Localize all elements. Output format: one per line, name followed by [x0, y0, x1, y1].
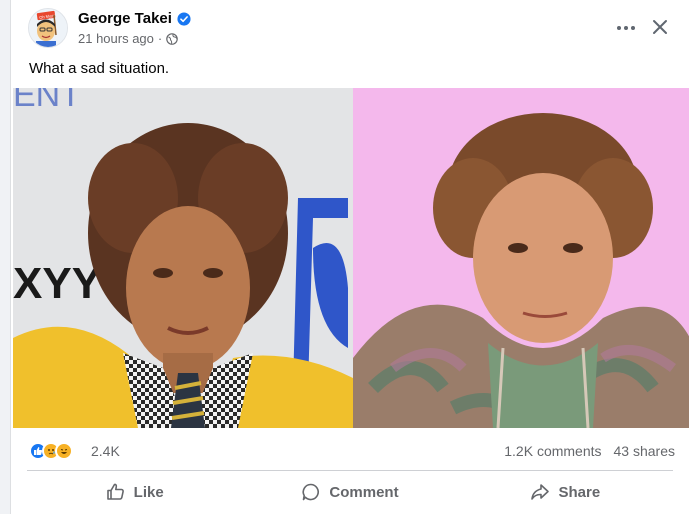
post-header: Oh Myyy George Takei 21 hours ago · — [11, 0, 689, 56]
globe-icon — [166, 32, 179, 45]
shares-count[interactable]: 43 shares — [614, 443, 675, 459]
post-actions: Like Comment Share — [27, 473, 673, 511]
post-media[interactable]: ENT XYY — [13, 88, 689, 428]
post-timestamp[interactable]: 21 hours ago — [78, 31, 154, 46]
photo-right-illustration — [353, 88, 689, 428]
share-label: Share — [558, 483, 601, 501]
more-options-button[interactable] — [614, 16, 638, 40]
author-avatar[interactable]: Oh Myyy — [28, 8, 68, 48]
comment-label: Comment — [329, 483, 399, 501]
backdrop-text-mid: XYY — [13, 259, 101, 308]
like-icon — [106, 483, 124, 500]
post-card: Oh Myyy George Takei 21 hours ago · What… — [10, 0, 689, 514]
reaction-icons[interactable] — [29, 442, 73, 460]
reactions-bar: 2.4K 1.2K comments 43 shares — [11, 430, 689, 470]
photo-left[interactable]: ENT XYY — [13, 88, 353, 428]
haha-reaction-icon — [55, 442, 73, 460]
share-icon — [531, 484, 550, 500]
meta-separator: · — [157, 31, 163, 46]
author-line: George Takei — [78, 10, 191, 27]
post-caption: What a sad situation. — [29, 60, 170, 77]
post-meta: 21 hours ago · — [78, 31, 179, 46]
photo-left-illustration: ENT XYY — [13, 88, 353, 428]
verified-icon — [177, 11, 191, 26]
author-name[interactable]: George Takei — [78, 10, 172, 27]
comments-count[interactable]: 1.2K comments — [504, 443, 601, 459]
close-button[interactable] — [647, 14, 673, 40]
photo-right[interactable] — [353, 88, 689, 428]
reaction-count[interactable]: 2.4K — [91, 443, 120, 459]
comment-icon — [302, 483, 320, 501]
actions-divider — [27, 470, 673, 471]
share-button[interactable]: Share — [458, 473, 673, 511]
more-icon — [617, 26, 635, 30]
comment-button[interactable]: Comment — [242, 473, 457, 511]
like-button[interactable]: Like — [27, 473, 242, 511]
close-icon — [653, 20, 667, 34]
backdrop-text-top: ENT — [13, 88, 81, 114]
engagement-stats: 1.2K comments 43 shares — [504, 443, 675, 459]
avatar-illustration: Oh Myyy — [29, 9, 67, 47]
like-label: Like — [133, 483, 164, 501]
